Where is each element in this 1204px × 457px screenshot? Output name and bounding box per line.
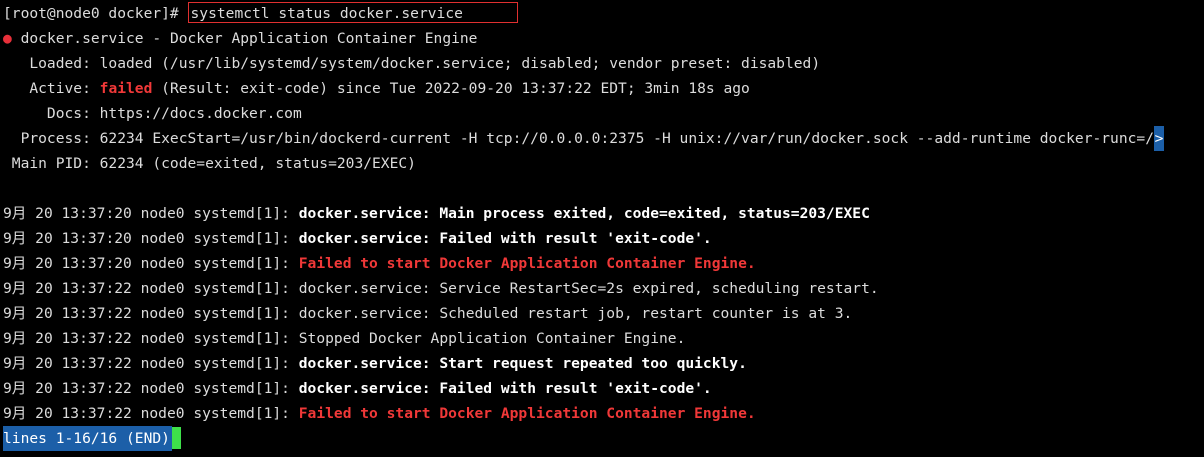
shell-prompt: [root@node0 docker]# bbox=[3, 5, 188, 22]
log-prefix: 9月 20 13:37:20 node0 systemd[1]: bbox=[3, 230, 299, 247]
active-detail: (Result: exit-code) since Tue 2022-09-20… bbox=[152, 80, 750, 97]
log-line: 9月 20 13:37:22 node0 systemd[1]: docker.… bbox=[0, 351, 1204, 376]
loaded-line: Loaded: loaded (/usr/lib/systemd/system/… bbox=[3, 55, 821, 72]
log-prefix: 9月 20 13:37:22 node0 systemd[1]: bbox=[3, 305, 299, 322]
log-message: Failed to start Docker Application Conta… bbox=[298, 405, 756, 422]
highlighted-command: systemctl status docker.service bbox=[187, 2, 518, 23]
unit-description: docker.service - Docker Application Cont… bbox=[11, 30, 478, 47]
log-message: docker.service: Scheduled restart job, r… bbox=[298, 305, 853, 322]
truncation-marker: > bbox=[1154, 126, 1164, 151]
process-line: Process: 62234 ExecStart=/usr/bin/docker… bbox=[0, 126, 1204, 151]
text-cursor[interactable] bbox=[171, 427, 181, 449]
log-line: 9月 20 13:37:20 node0 systemd[1]: docker.… bbox=[0, 226, 1204, 251]
log-message: docker.service: Main process exited, cod… bbox=[298, 205, 870, 222]
log-prefix: 9月 20 13:37:22 node0 systemd[1]: bbox=[3, 405, 299, 422]
log-prefix: 9月 20 13:37:22 node0 systemd[1]: bbox=[3, 330, 299, 347]
log-prefix: 9月 20 13:37:22 node0 systemd[1]: bbox=[3, 280, 299, 297]
log-message: docker.service: Service RestartSec=2s ex… bbox=[298, 280, 879, 297]
log-line: 9月 20 13:37:22 node0 systemd[1]: docker.… bbox=[0, 301, 1204, 326]
docs-line: Docs: https://docs.docker.com bbox=[3, 105, 302, 122]
log-message: Failed to start Docker Application Conta… bbox=[298, 255, 756, 272]
log-prefix: 9月 20 13:37:20 node0 systemd[1]: bbox=[3, 255, 299, 272]
active-line: Active: failed (Result: exit-code) since… bbox=[0, 76, 1204, 101]
process-text: Process: 62234 ExecStart=/usr/bin/docker… bbox=[3, 130, 1154, 147]
log-line: 9月 20 13:37:22 node0 systemd[1]: docker.… bbox=[0, 376, 1204, 401]
journal-log: 9月 20 13:37:20 node0 systemd[1]: docker.… bbox=[0, 201, 1204, 426]
log-prefix: 9月 20 13:37:22 node0 systemd[1]: bbox=[3, 355, 299, 372]
log-line: 9月 20 13:37:20 node0 systemd[1]: docker.… bbox=[0, 201, 1204, 226]
active-state: failed bbox=[99, 80, 153, 97]
log-message: Stopped Docker Application Container Eng… bbox=[298, 330, 686, 347]
log-line: 9月 20 13:37:20 node0 systemd[1]: Failed … bbox=[0, 251, 1204, 276]
log-prefix: 9月 20 13:37:20 node0 systemd[1]: bbox=[3, 205, 299, 222]
log-message: docker.service: Failed with result 'exit… bbox=[298, 380, 712, 397]
log-line: 9月 20 13:37:22 node0 systemd[1]: Stopped… bbox=[0, 326, 1204, 351]
log-message: docker.service: Start request repeated t… bbox=[298, 355, 747, 372]
main-pid-line: Main PID: 62234 (code=exited, status=203… bbox=[3, 155, 416, 172]
pager-line: lines 1-16/16 (END) bbox=[0, 426, 1204, 451]
log-message: docker.service: Failed with result 'exit… bbox=[298, 230, 712, 247]
log-line: 9月 20 13:37:22 node0 systemd[1]: Failed … bbox=[0, 401, 1204, 426]
log-line: 9月 20 13:37:22 node0 systemd[1]: docker.… bbox=[0, 276, 1204, 301]
unit-line: ● docker.service - Docker Application Co… bbox=[0, 26, 1204, 51]
pager-status: lines 1-16/16 (END) bbox=[3, 426, 172, 451]
terminal-window[interactable]: [root@node0 docker]# systemctl status do… bbox=[0, 0, 1204, 457]
command-line: [root@node0 docker]# systemctl status do… bbox=[0, 1, 1204, 26]
active-label: Active: bbox=[3, 80, 100, 97]
log-prefix: 9月 20 13:37:22 node0 systemd[1]: bbox=[3, 380, 299, 397]
status-dot-icon: ● bbox=[3, 30, 12, 47]
